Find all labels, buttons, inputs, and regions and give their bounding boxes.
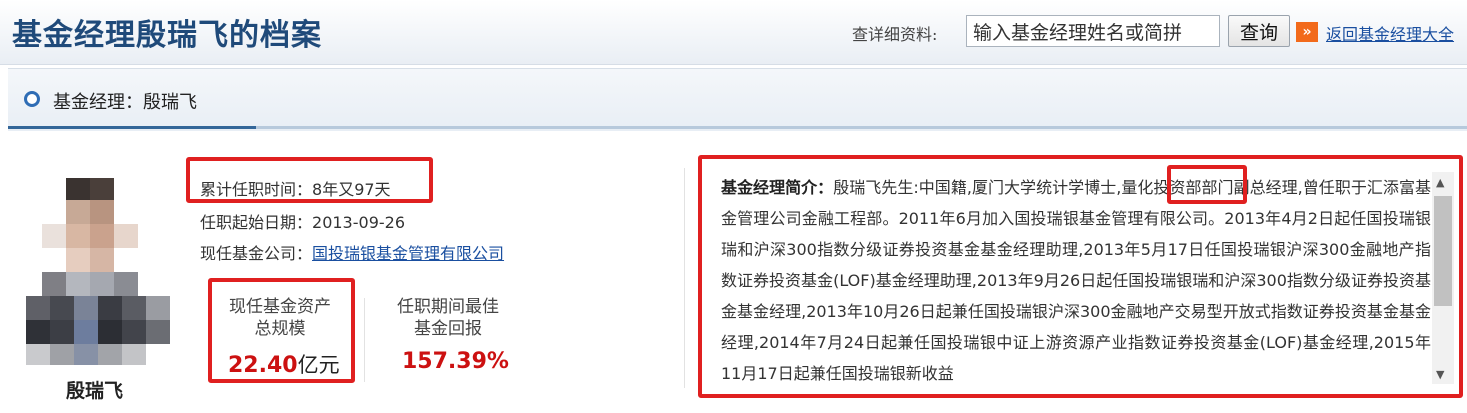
company-row: 现任基金公司：国投瑞银基金管理有限公司 [200,240,504,264]
page-title: 基金经理殷瑞飞的档案 [12,18,322,53]
bio-highlight-box [698,155,1463,398]
double-arrow-icon: » [1296,22,1318,42]
manager-name: 殷瑞飞 [66,380,124,402]
manager-panel-header [8,68,1467,131]
start-date-value: 2013-09-26 [312,213,405,232]
circle-icon [24,91,40,107]
search-input[interactable] [966,15,1220,47]
back-to-managers-link[interactable]: 返回基金经理大全 [1326,21,1454,45]
search-label: 查详细资料: [852,25,938,44]
search-button[interactable]: 查询 [1228,15,1290,47]
section-divider [684,168,685,388]
panel-title: 基金经理：殷瑞飞 [53,92,197,113]
best-return-label: 任职期间最佳 基金回报 [397,297,499,339]
start-date-label: 任职起始日期： [200,213,313,232]
company-label: 现任基金公司： [200,244,313,263]
avatar [26,160,176,365]
start-date-row: 任职起始日期：2013-09-26 [200,209,405,233]
company-link[interactable]: 国投瑞银基金管理有限公司 [312,244,504,263]
aum-highlight-box [208,278,355,383]
best-return-value: 157.39% [402,349,509,374]
tenure-highlight-box [186,157,433,203]
panel-divider-active [8,126,256,129]
stats-divider [364,298,365,382]
